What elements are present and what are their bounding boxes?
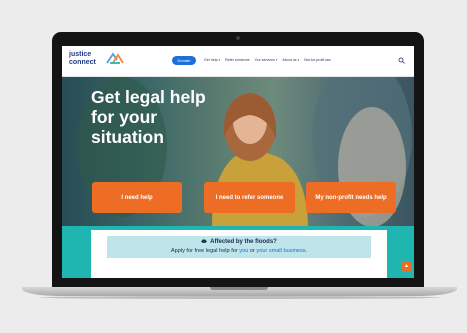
chevron-down-icon: ▾ — [275, 58, 278, 62]
laptop-notch — [210, 287, 268, 290]
notice-suffix: . — [305, 248, 308, 254]
notice-heading: Affected by the floods? — [107, 236, 371, 247]
arrow-up-icon: ▲ — [404, 263, 409, 269]
laptop-base — [22, 287, 457, 296]
refer-someone-button[interactable]: I need to refer someone — [204, 182, 295, 213]
nav-item-not-for-profit-law[interactable]: Not-for-profit law — [304, 56, 331, 65]
site-header: justice connect Donate Get help ▾ Refer s… — [62, 46, 414, 77]
hero-title-line: situation — [91, 127, 164, 147]
i-need-help-button[interactable]: I need help — [92, 182, 182, 213]
nav-item-about-us[interactable]: About us ▾ — [282, 56, 299, 65]
cloud-icon — [201, 239, 207, 244]
logo-text: justice connect — [69, 51, 96, 66]
nav-item-label: About us — [282, 58, 297, 62]
nav-item-label: Get help — [204, 58, 218, 62]
laptop-screen: justice connect Donate Get help ▾ Refer s… — [62, 46, 414, 278]
nav-item-label: Refer someone — [225, 58, 250, 62]
small-business-link[interactable]: your small business — [256, 248, 305, 254]
donate-button[interactable]: Donate — [172, 56, 196, 65]
camera-icon — [236, 36, 240, 40]
nav-item-label: Not-for-profit law — [304, 58, 331, 62]
flood-notice: Affected by the floods? Apply for free l… — [107, 236, 371, 258]
laptop-mockup: justice connect Donate Get help ▾ Refer s… — [0, 0, 467, 333]
hero-title: Get legal help for your situation — [91, 87, 251, 147]
notice-text: Apply for free legal help for you or you… — [107, 247, 371, 256]
logo-mark-icon — [106, 52, 124, 64]
laptop-lid: justice connect Donate Get help ▾ Refer s… — [52, 32, 424, 288]
chevron-down-icon: ▾ — [297, 58, 300, 62]
lower-section: Affected by the floods? Apply for free l… — [62, 226, 414, 278]
search-icon[interactable] — [398, 57, 405, 64]
nav-item-our-services[interactable]: Our services ▾ — [255, 56, 278, 65]
hero-title-line: Get legal help — [91, 87, 206, 107]
notice-prefix: Apply for free legal help for — [170, 248, 240, 254]
logo[interactable]: justice connect — [69, 51, 129, 73]
nav-item-refer-someone[interactable]: Refer someone — [225, 56, 250, 65]
main-nav: Get help ▾ Refer someone Our services ▾ Ab… — [204, 56, 331, 65]
nav-item-get-help[interactable]: Get help ▾ — [204, 56, 220, 65]
back-to-top-button[interactable]: ▲ — [402, 262, 411, 271]
chevron-down-icon: ▾ — [218, 58, 221, 62]
hero-title-line: for your — [91, 107, 158, 127]
laptop-shadow — [40, 296, 440, 299]
content-card: Affected by the floods? Apply for free l… — [91, 230, 387, 278]
you-link[interactable]: you — [239, 248, 248, 254]
non-profit-help-button[interactable]: My non-profit needs help — [306, 182, 396, 213]
notice-heading-text: Affected by the floods? — [210, 239, 277, 245]
nav-item-label: Our services — [254, 58, 275, 62]
